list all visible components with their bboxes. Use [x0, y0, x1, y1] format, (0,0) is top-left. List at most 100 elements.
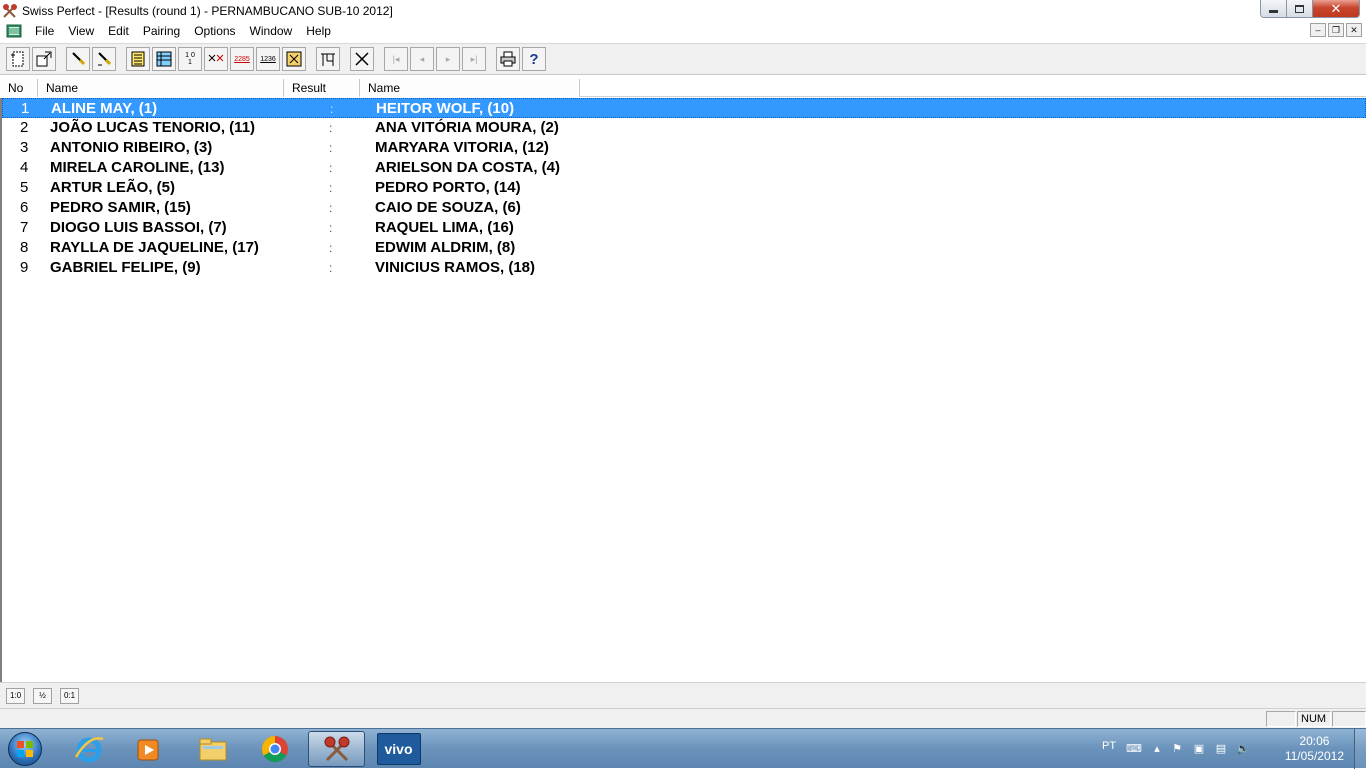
black-wins-button[interactable]: 0:1	[60, 687, 79, 704]
menu-help[interactable]: Help	[299, 24, 338, 38]
clock-date: 11/05/2012	[1284, 749, 1344, 763]
menu-view[interactable]: View	[61, 24, 101, 38]
board-icon	[286, 51, 302, 67]
standings-button[interactable]	[152, 47, 176, 71]
mdi-minimize-button[interactable]: –	[1310, 23, 1326, 37]
table-layout-button[interactable]	[316, 47, 340, 71]
result-cell[interactable]: :	[329, 238, 332, 258]
document-icon[interactable]	[6, 23, 22, 39]
toolbar: 1 0 1 2285 1236 |◂ ◂ ▸ ▸| ?	[0, 43, 1366, 75]
result-cell[interactable]: :	[329, 158, 332, 178]
action-center-icon[interactable]: ⚑	[1170, 742, 1184, 756]
menu-edit[interactable]: Edit	[101, 24, 136, 38]
table-row[interactable]: 3 ANTONIO RIBEIRO, (3) : MARYARA VITORIA…	[2, 138, 1366, 158]
tray-expand-icon[interactable]: ▴	[1150, 742, 1164, 756]
header-no[interactable]: No	[0, 79, 38, 97]
table-icon	[156, 51, 172, 67]
result-cell[interactable]: :	[329, 178, 332, 198]
network-icon[interactable]: ▤	[1214, 742, 1228, 756]
result-cell[interactable]: :	[329, 118, 332, 138]
board-number: 7	[20, 219, 29, 236]
highlighter-button[interactable]	[66, 47, 90, 71]
volume-icon[interactable]: 🔈	[1236, 742, 1250, 756]
black-player: EDWIM ALDRIM, (8)	[375, 239, 516, 256]
highlighter-2-button[interactable]	[92, 47, 116, 71]
clock-time: 20:06	[1299, 734, 1330, 748]
vivo-icon: vivo	[376, 733, 421, 765]
last-round-button[interactable]: ▸|	[462, 47, 486, 71]
menu-window[interactable]: Window	[243, 24, 300, 38]
device-icon[interactable]: ▣	[1192, 742, 1206, 756]
taskbar-vivo[interactable]: vivo	[370, 731, 427, 767]
table-row[interactable]: 9 GABRIEL FELIPE, (9) : VINICIUS RAMOS, …	[2, 258, 1366, 278]
first-round-button[interactable]: |◂	[384, 47, 408, 71]
menu-options[interactable]: Options	[187, 24, 242, 38]
table-row[interactable]: 4 MIRELA CAROLINE, (13) : ARIELSON DA CO…	[2, 158, 1366, 178]
previous-round-button[interactable]: ◂	[410, 47, 434, 71]
list-icon	[131, 51, 145, 67]
results-grid[interactable]: 1 ALINE MAY, (1) : HEITOR WOLF, (10) 2 J…	[0, 98, 1366, 682]
header-result[interactable]: Result	[284, 79, 360, 97]
mdi-close-button[interactable]: ✕	[1346, 23, 1362, 37]
clock[interactable]: 20:06 11/05/2012	[1285, 734, 1344, 764]
mdi-restore-button[interactable]: ❐	[1328, 23, 1344, 37]
language-indicator[interactable]: PT	[1102, 740, 1116, 752]
print-button[interactable]	[496, 47, 520, 71]
ratings-button[interactable]: 2285	[230, 47, 254, 71]
keyboard-icon[interactable]: ⌨	[1126, 742, 1142, 756]
table-row[interactable]: 6 PEDRO SAMIR, (15) : CAIO DE SOUZA, (6)	[2, 198, 1366, 218]
header-black-name[interactable]: Name	[360, 79, 580, 97]
result-cell[interactable]: :	[329, 138, 332, 158]
result-cell[interactable]: :	[329, 258, 332, 278]
app-icon[interactable]	[2, 3, 18, 19]
draw-button[interactable]: ½	[33, 687, 52, 704]
taskbar-chrome[interactable]	[246, 731, 303, 767]
window-controls: ✕	[1260, 0, 1360, 18]
menu-file[interactable]: File	[28, 24, 61, 38]
table-row[interactable]: 5 ARTUR LEÃO, (5) : PEDRO PORTO, (14)	[2, 178, 1366, 198]
show-desktop-button[interactable]	[1354, 729, 1366, 769]
taskbar-media-player[interactable]	[120, 731, 177, 767]
window-title: Swiss Perfect - [Results (round 1) - PER…	[22, 3, 393, 18]
highlighter-icon	[72, 52, 86, 66]
mdi-controls: – ❐ ✕	[1310, 23, 1362, 37]
black-player: VINICIUS RAMOS, (18)	[375, 259, 536, 276]
internet-explorer-icon	[74, 737, 103, 763]
black-player: MARYARA VITORIA, (12)	[375, 139, 549, 156]
start-button[interactable]	[4, 730, 46, 768]
results-header: No Name Result Name	[0, 79, 1366, 97]
maximize-button[interactable]	[1287, 0, 1313, 18]
status-scroll	[1332, 711, 1366, 727]
table-row[interactable]: 8 RAYLLA DE JAQUELINE, (17) : EDWIM ALDR…	[2, 238, 1366, 258]
table-row[interactable]: 7 DIOGO LUIS BASSOI, (7) : RAQUEL LIMA, …	[2, 218, 1366, 238]
result-cell[interactable]: :	[329, 218, 332, 238]
rating-change-button[interactable]: 1236	[256, 47, 280, 71]
taskbar-explorer[interactable]	[184, 731, 241, 767]
menu-bar: File View Edit Pairing Options Window He…	[0, 21, 1366, 41]
board-number: 3	[20, 139, 29, 156]
table-row[interactable]: 1 ALINE MAY, (1) : HEITOR WOLF, (10)	[2, 98, 1366, 118]
players-list-button[interactable]	[126, 47, 150, 71]
minimize-button[interactable]	[1260, 0, 1287, 18]
next-round-button[interactable]: ▸	[436, 47, 460, 71]
header-white-name[interactable]: Name	[38, 79, 284, 97]
black-player: ANA VITÓRIA MOURA, (2)	[375, 119, 559, 136]
result-cell[interactable]: :	[330, 99, 333, 119]
menu-pairing[interactable]: Pairing	[136, 24, 187, 38]
new-file-icon	[11, 51, 24, 67]
ratings-icon: 2285	[234, 55, 250, 63]
pairing-button[interactable]	[204, 47, 228, 71]
table-row[interactable]: 2 JOÃO LUCAS TENORIO, (11) : ANA VITÓRIA…	[2, 118, 1366, 138]
result-cell[interactable]: :	[329, 198, 332, 218]
open-tournament-button[interactable]	[32, 47, 56, 71]
close-button[interactable]: ✕	[1313, 0, 1360, 18]
taskbar-internet-explorer[interactable]	[60, 731, 117, 767]
delete-button[interactable]	[350, 47, 374, 71]
help-button[interactable]: ?	[522, 47, 546, 71]
taskbar-swiss-perfect[interactable]	[308, 731, 365, 767]
board-button[interactable]	[282, 47, 306, 71]
crosstable-button[interactable]: 1 0 1	[178, 47, 202, 71]
new-tournament-button[interactable]	[6, 47, 30, 71]
white-player: GABRIEL FELIPE, (9)	[50, 259, 201, 276]
white-wins-button[interactable]: 1:0	[6, 687, 25, 704]
